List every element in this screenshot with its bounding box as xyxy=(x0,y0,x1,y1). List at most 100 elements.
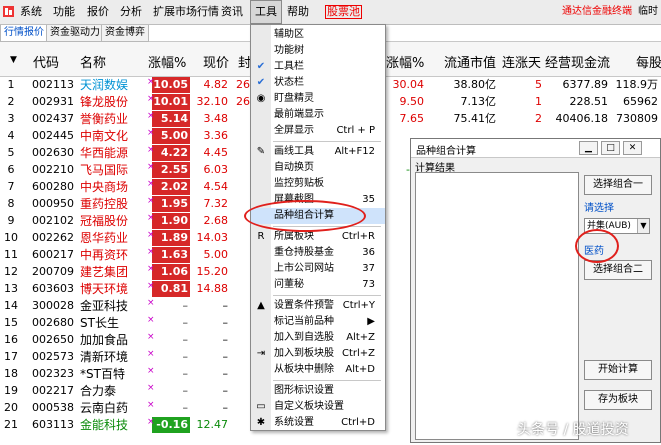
col-change[interactable]: 涨幅% xyxy=(148,52,186,71)
menu-item[interactable]: 自动换页 xyxy=(251,160,385,176)
menu-item[interactable]: 从板块中删除 Alt+D xyxy=(251,362,385,378)
start-calc-button[interactable]: 开始计算 xyxy=(584,360,652,380)
result-listbox[interactable] xyxy=(415,172,579,440)
row-price: 6.03 xyxy=(203,163,229,176)
menu-item[interactable]: 图形标识设置 xyxy=(251,383,385,399)
menu-item-icon: ⇥ xyxy=(256,348,266,359)
select-combo-1-button[interactable]: 选择组合一 xyxy=(584,175,652,195)
menu-item[interactable]: ✱ 系统设置 Ctrl+D xyxy=(251,415,385,431)
row-code: 002680 xyxy=(32,316,74,329)
row-number: 9 xyxy=(7,214,15,227)
row-code: 002650 xyxy=(32,333,74,346)
row-code: 300028 xyxy=(32,299,74,312)
menu-item-icon: ✎ xyxy=(256,146,266,157)
row-price: 32.10 xyxy=(196,95,229,108)
menu-tools[interactable]: 工具 xyxy=(250,0,282,24)
menu-news[interactable]: 资讯 xyxy=(221,0,243,24)
menu-item-icon: ✔ xyxy=(256,77,266,88)
row-number: 1 xyxy=(7,78,15,91)
col-code[interactable]: 代码 xyxy=(33,52,59,71)
col-price[interactable]: 现价 xyxy=(203,52,229,71)
row-price: – xyxy=(222,299,229,312)
menu-item-icon xyxy=(255,385,267,397)
row-number: 11 xyxy=(4,248,18,261)
col-up-days[interactable]: 连涨天 xyxy=(502,52,541,71)
save-as-block-button[interactable]: 存为板块 xyxy=(584,390,652,410)
mark-icon: × xyxy=(147,281,155,291)
chevron-down-icon[interactable]: ▼ xyxy=(637,219,649,233)
menu-item[interactable]: ◉ 盯盘精灵 xyxy=(251,91,385,107)
col-name[interactable]: 名称 xyxy=(80,52,106,71)
menu-item[interactable]: 加入到自选股 Alt+Z xyxy=(251,330,385,346)
row-price: – xyxy=(222,384,229,397)
row-price: 7.32 xyxy=(203,197,229,210)
menu-item[interactable]: ▭ 自定义板块设置 xyxy=(251,399,385,415)
menu-item[interactable]: ✎ 画线工具 Alt+F12 xyxy=(251,144,385,160)
mark-icon: × xyxy=(147,213,155,223)
maximize-icon[interactable]: □ xyxy=(601,141,620,155)
menu-item-icon: ✔ xyxy=(256,61,266,72)
row-change: – xyxy=(182,367,189,380)
menu-bar: 系统 功能 报价 分析 扩展市场行情 资讯 工具 帮助 股票池 通达信金融终端 … xyxy=(0,0,661,25)
row-code: 002931 xyxy=(32,95,74,108)
menu-item[interactable]: 辅助区 xyxy=(251,27,385,43)
menu-item-icon xyxy=(255,263,267,275)
col-change-2[interactable]: 涨幅% xyxy=(386,52,424,71)
menu-extended-market[interactable]: 扩展市场行情 xyxy=(153,0,219,24)
tab-fund-game[interactable]: 资金博弈 xyxy=(101,25,149,42)
mark-icon: × xyxy=(147,77,155,87)
menu-help[interactable]: 帮助 xyxy=(287,0,309,24)
menu-item[interactable]: ✔ 工具栏 xyxy=(251,59,385,75)
row-change: 10.05 xyxy=(152,77,190,93)
row-change-2: 7.65 xyxy=(399,112,425,125)
col-float-cap[interactable]: 流通市值 xyxy=(444,52,496,71)
menu-item-icon xyxy=(255,364,267,376)
minimize-icon[interactable]: ▁ xyxy=(579,141,598,155)
row-up-days: 5 xyxy=(535,78,542,91)
tab-fund-drive[interactable]: 资金驱动力 xyxy=(46,25,104,42)
menu-quote[interactable]: 报价 xyxy=(87,0,109,24)
row-code: 000950 xyxy=(32,197,74,210)
tab-quote[interactable]: 行情报价 xyxy=(0,25,48,42)
row-name: 云南白药 xyxy=(80,401,129,415)
mark-icon: × xyxy=(147,400,155,410)
stock-pool-button[interactable]: 股票池 xyxy=(325,5,362,19)
menu-item-label: 加入到板块股 xyxy=(274,348,334,359)
close-icon[interactable]: ✕ xyxy=(623,141,642,155)
sort-arrow-icon[interactable]: ▼ xyxy=(10,55,17,65)
row-name: 金能科技 xyxy=(80,418,129,432)
menu-system[interactable]: 系统 xyxy=(20,0,42,24)
row-op-cashflow: 228.51 xyxy=(569,95,609,108)
menu-item[interactable]: ▲ 设置条件预警 Ctrl+Y xyxy=(251,298,385,314)
menu-item[interactable]: ⇥ 加入到板块股 Ctrl+Z xyxy=(251,346,385,362)
menu-function[interactable]: 功能 xyxy=(53,0,75,24)
col-op-cashflow[interactable]: 经营现金流 xyxy=(545,52,610,71)
mark-icon: × xyxy=(147,128,155,138)
row-price: – xyxy=(222,333,229,346)
row-code: 002262 xyxy=(32,231,74,244)
menu-item[interactable]: 标记当前品种 ▶ xyxy=(251,314,385,330)
menu-item[interactable]: 监控剪贴板 xyxy=(251,176,385,192)
menu-item[interactable]: 问董秘 73 xyxy=(251,277,385,293)
menu-item[interactable]: ✔ 状态栏 xyxy=(251,75,385,91)
menu-item[interactable]: 全屏显示 Ctrl + P xyxy=(251,123,385,139)
row-per-share: 118.9万 xyxy=(615,78,659,91)
col-per-share[interactable]: 每股 xyxy=(636,52,661,71)
menu-item-shortcut: Ctrl+Z xyxy=(341,348,375,359)
menu-item-shortcut: Ctrl+Y xyxy=(342,300,375,311)
mark-icon: × xyxy=(147,417,155,427)
menu-item-icon xyxy=(255,247,267,259)
row-price: 15.20 xyxy=(196,265,229,278)
row-code: 002323 xyxy=(32,367,74,380)
select-combo-2-button[interactable]: 选择组合二 xyxy=(584,260,652,280)
menu-analysis[interactable]: 分析 xyxy=(120,0,142,24)
menu-item[interactable]: 重仓持股基金 36 xyxy=(251,245,385,261)
menu-item-label: 问董秘 xyxy=(274,279,304,290)
menu-item[interactable]: 上市公司网站 37 xyxy=(251,261,385,277)
row-code: 600280 xyxy=(32,180,74,193)
menu-item-shortcut: Ctrl+R xyxy=(341,231,375,242)
select-link[interactable]: 请选择 xyxy=(584,199,614,214)
menu-item[interactable]: 功能树 xyxy=(251,43,385,59)
row-change: – xyxy=(182,299,189,312)
menu-item[interactable]: 最前端显示 xyxy=(251,107,385,123)
